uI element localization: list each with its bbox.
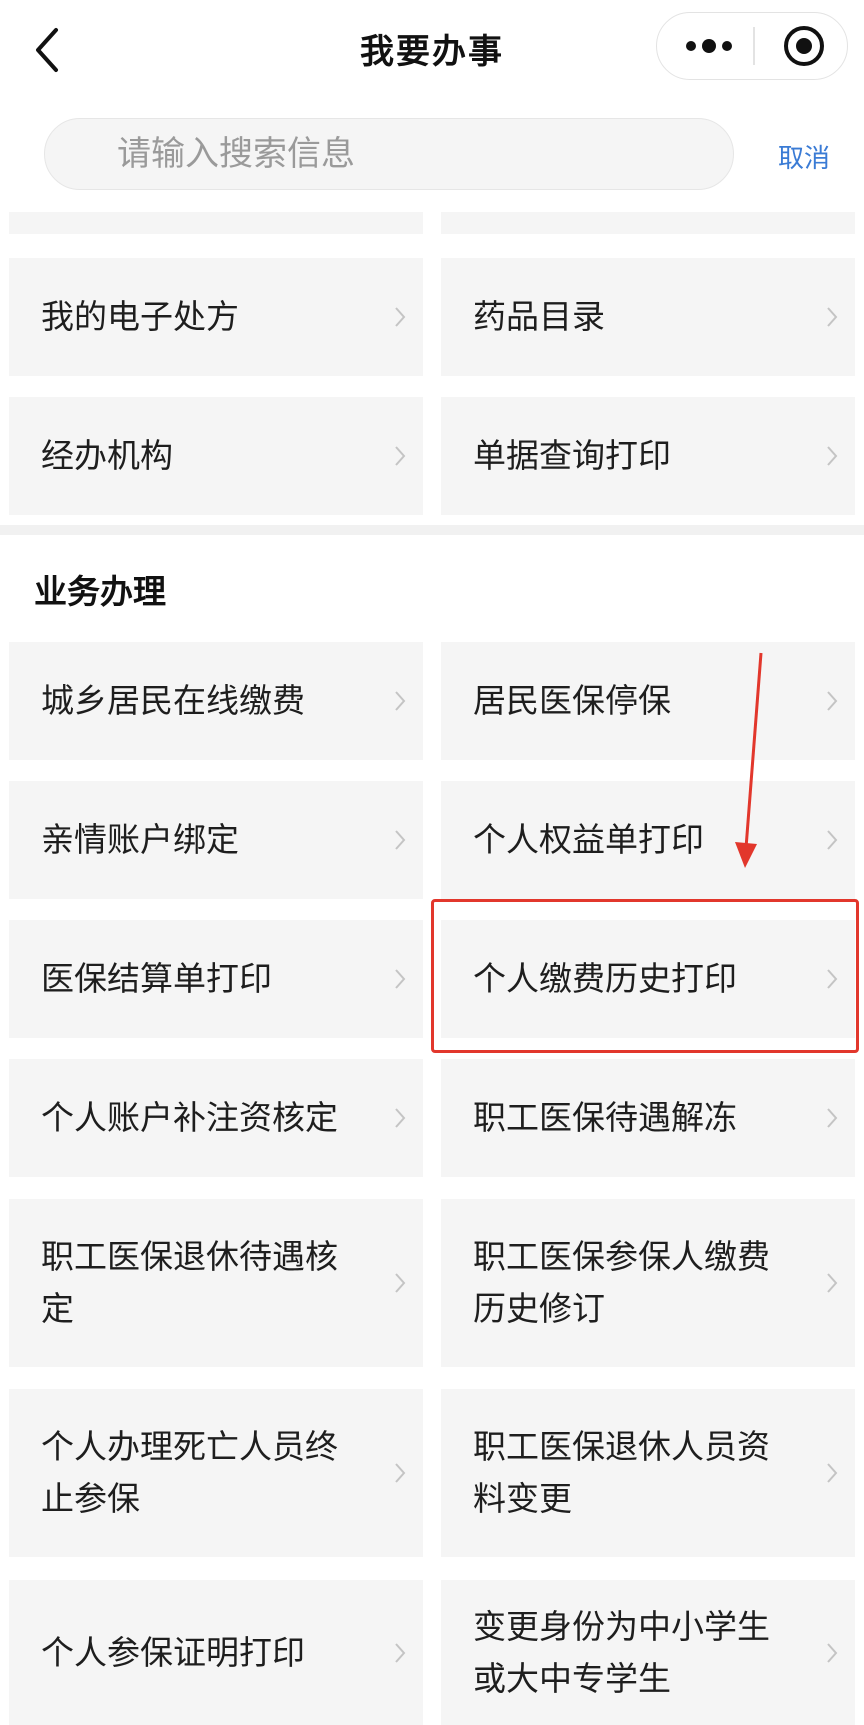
service-tile-highlighted[interactable]: 个人缴费历史打印 bbox=[441, 920, 855, 1038]
service-tile-label: 个人权益单打印 bbox=[473, 820, 704, 859]
chevron-right-icon bbox=[827, 1642, 838, 1663]
service-tile[interactable]: 单据查询打印 bbox=[441, 397, 855, 515]
service-tile-label: 亲情账户绑定 bbox=[41, 820, 239, 859]
service-tile-label: 个人参保证明打印 bbox=[41, 1632, 305, 1672]
search-bar: 取消 bbox=[0, 100, 864, 210]
service-tile[interactable]: 个人权益单打印 bbox=[441, 781, 855, 899]
chevron-right-icon bbox=[395, 1463, 406, 1483]
partial-tile-right bbox=[441, 212, 855, 234]
capsule-divider bbox=[753, 27, 755, 65]
search-input[interactable] bbox=[117, 129, 697, 179]
chevron-right-icon bbox=[395, 830, 406, 850]
service-tile-label: 个人缴费历史打印 bbox=[473, 959, 737, 998]
service-tile[interactable]: 药品目录 bbox=[441, 258, 855, 376]
service-tile[interactable]: 个人参保证明打印 bbox=[9, 1580, 423, 1725]
service-tile-label: 城乡居民在线缴费 bbox=[41, 681, 305, 720]
service-tile[interactable]: 职工医保退休待遇核定 bbox=[9, 1199, 423, 1367]
service-tile[interactable]: 亲情账户绑定 bbox=[9, 781, 423, 899]
service-tile[interactable]: 医保结算单打印 bbox=[9, 920, 423, 1038]
target-icon bbox=[784, 26, 824, 66]
section-title: 业务办理 bbox=[34, 572, 166, 611]
service-tile-label: 职工医保待遇解冻 bbox=[473, 1098, 737, 1137]
service-tile[interactable]: 个人办理死亡人员终止参保 bbox=[9, 1389, 423, 1557]
chevron-right-icon bbox=[827, 1108, 838, 1128]
section-divider bbox=[0, 525, 864, 535]
service-tile-label: 药品目录 bbox=[473, 297, 605, 336]
more-dots-icon bbox=[686, 39, 732, 53]
chevron-right-icon bbox=[395, 307, 406, 327]
chevron-right-icon bbox=[395, 969, 406, 989]
more-button[interactable] bbox=[677, 21, 741, 71]
chevron-right-icon bbox=[827, 691, 838, 711]
chevron-right-icon bbox=[395, 1108, 406, 1128]
service-tile[interactable]: 职工医保待遇解冻 bbox=[441, 1059, 855, 1177]
service-tile[interactable]: 个人账户补注资核定 bbox=[9, 1059, 423, 1177]
service-tile-label: 我的电子处方 bbox=[41, 297, 239, 336]
service-tile-label: 单据查询打印 bbox=[473, 436, 671, 475]
service-tile-label: 个人办理死亡人员终止参保 bbox=[41, 1427, 338, 1518]
chevron-right-icon bbox=[827, 307, 838, 327]
mini-program-capsule bbox=[656, 12, 848, 80]
chevron-right-icon bbox=[827, 446, 838, 466]
chevron-right-icon bbox=[827, 1463, 838, 1483]
chevron-right-icon bbox=[827, 830, 838, 850]
service-tile-label: 变更身份为中小学生或大中专学生 bbox=[473, 1606, 770, 1698]
chevron-right-icon bbox=[395, 691, 406, 711]
service-tile-label: 职工医保参保人缴费历史修订 bbox=[473, 1237, 770, 1328]
service-tile-label: 经办机构 bbox=[41, 436, 173, 475]
service-tile-label: 职工医保退休待遇核定 bbox=[41, 1237, 338, 1328]
close-mini-program-button[interactable] bbox=[781, 23, 827, 69]
chevron-right-icon bbox=[395, 1273, 406, 1293]
chevron-right-icon bbox=[395, 446, 406, 466]
service-tile-label: 个人账户补注资核定 bbox=[41, 1098, 338, 1137]
service-tile-label: 居民医保停保 bbox=[473, 681, 671, 720]
service-tile-label: 职工医保退休人员资料变更 bbox=[473, 1427, 770, 1518]
service-tile-label: 医保结算单打印 bbox=[41, 959, 272, 998]
service-tile[interactable]: 职工医保退休人员资料变更 bbox=[441, 1389, 855, 1557]
service-tile[interactable]: 城乡居民在线缴费 bbox=[9, 642, 423, 760]
chevron-right-icon bbox=[395, 1642, 406, 1663]
service-tile[interactable]: 变更身份为中小学生或大中专学生 bbox=[441, 1580, 855, 1725]
chevron-right-icon bbox=[827, 1273, 838, 1293]
cancel-button[interactable]: 取消 bbox=[778, 138, 830, 175]
service-tile[interactable]: 居民医保停保 bbox=[441, 642, 855, 760]
nav-bar: 我要办事 bbox=[0, 0, 864, 100]
search-field-container bbox=[44, 118, 734, 190]
chevron-right-icon bbox=[827, 969, 838, 989]
partial-tile-left bbox=[9, 212, 423, 234]
service-tile[interactable]: 我的电子处方 bbox=[9, 258, 423, 376]
service-tile[interactable]: 经办机构 bbox=[9, 397, 423, 515]
service-tile[interactable]: 职工医保参保人缴费历史修订 bbox=[441, 1199, 855, 1367]
